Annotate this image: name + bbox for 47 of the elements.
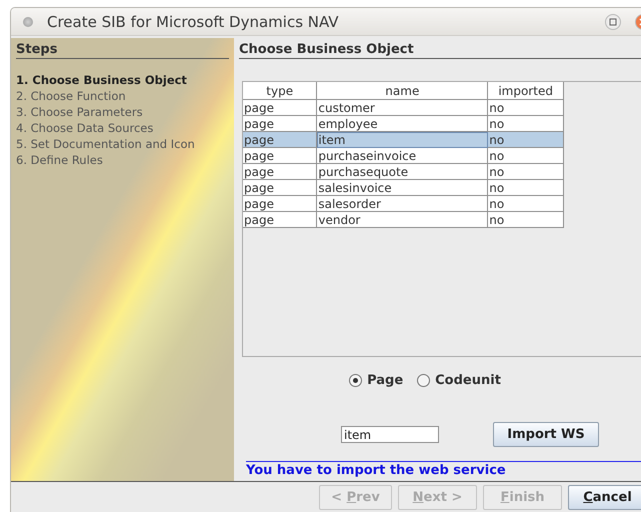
radio-icon[interactable] [417,374,430,387]
step-item: 5. Set Documentation and Icon [16,136,196,152]
table-cell[interactable]: page [243,164,317,180]
steps-heading: Steps [16,42,229,59]
table-cell[interactable]: item [316,132,488,148]
table-cell[interactable]: employee [316,116,488,132]
table-cell[interactable]: purchaseinvoice [316,148,488,164]
table-cell[interactable]: no [488,212,564,228]
table-cell[interactable]: no [488,196,564,212]
step-item: 1. Choose Business Object [16,72,188,88]
table-cell[interactable]: no [488,164,564,180]
wizard-button[interactable]: Cancel [568,485,641,510]
radio-option[interactable]: Codeunit [417,373,501,388]
table-cell[interactable]: page [243,132,317,148]
name-field[interactable]: item [341,426,439,443]
step-item: 3. Choose Parameters [16,104,144,120]
window-title: Create SIB for Microsoft Dynamics NAV [47,12,340,30]
radio-label[interactable]: Codeunit [435,373,501,388]
table-cell[interactable]: page [243,100,317,116]
column-header[interactable]: name [316,82,488,100]
maximize-icon[interactable] [605,14,621,30]
status-message: You have to import the web service [246,461,641,478]
table-cell[interactable]: page [243,180,317,196]
radio-icon[interactable] [349,374,362,387]
table-cell[interactable]: purchasequote [316,164,488,180]
table-cell[interactable]: salesinvoice [316,180,488,196]
table-cell[interactable]: page [243,148,317,164]
table-cell[interactable]: vendor [316,212,488,228]
radio-label[interactable]: Page [367,373,404,388]
page-heading: Choose Business Object [239,42,641,59]
table-cell[interactable]: page [243,196,317,212]
table-cell[interactable]: customer [316,100,488,116]
column-header[interactable]: imported [488,82,564,100]
step-item: 4. Choose Data Sources [16,120,154,136]
table-cell[interactable]: no [488,132,564,148]
table-cell[interactable]: no [488,100,564,116]
table-cell[interactable]: no [488,116,564,132]
column-header[interactable]: type [243,82,317,100]
table-cell[interactable]: no [488,180,564,196]
step-item: 6. Define Rules [16,152,104,168]
table-cell[interactable]: salesorder [316,196,488,212]
table-cell[interactable]: no [488,148,564,164]
table-cell[interactable]: page [243,116,317,132]
radio-option[interactable]: Page [349,373,404,388]
import-button[interactable]: Import WS [493,422,599,447]
step-item: 2. Choose Function [16,88,127,104]
table-cell[interactable]: page [243,212,317,228]
